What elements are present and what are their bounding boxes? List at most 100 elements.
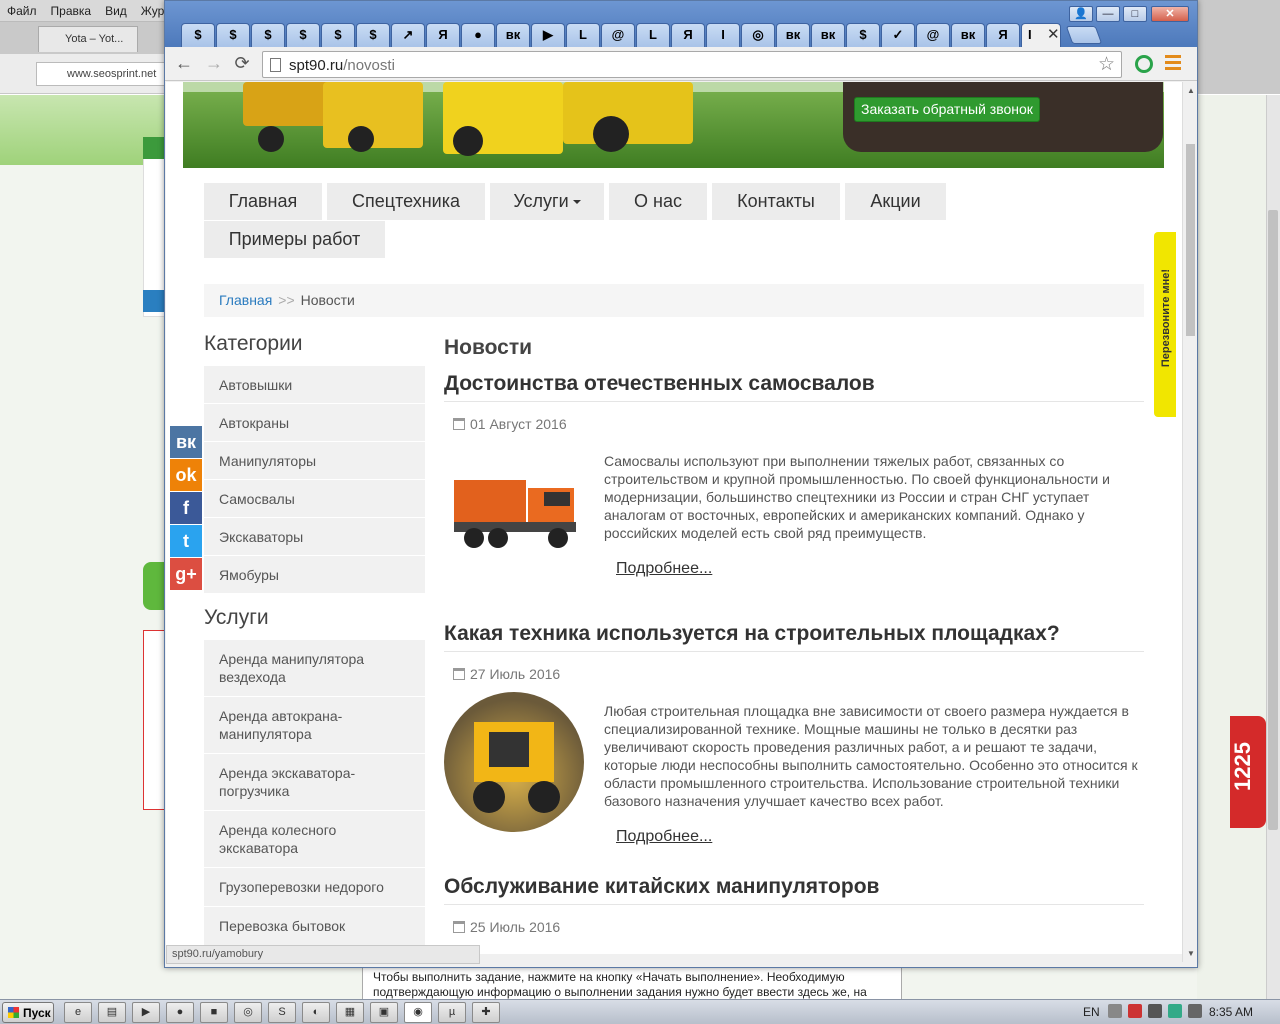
read-more-link[interactable]: Подробнее... — [616, 560, 712, 578]
browser-tab[interactable]: Я — [986, 23, 1020, 47]
menu-file[interactable]: Файл — [0, 0, 44, 18]
chrome-taskbar-icon[interactable]: ◉ — [404, 1002, 432, 1023]
back-icon[interactable]: ← — [173, 53, 195, 75]
new-tab-button[interactable] — [1065, 26, 1103, 44]
tray-icon[interactable] — [1108, 1004, 1122, 1018]
tray-icon[interactable] — [1148, 1004, 1162, 1018]
app-icon[interactable]: ■ — [200, 1002, 228, 1023]
browser-tab[interactable]: вк — [811, 23, 845, 47]
browser-tab[interactable]: вк — [951, 23, 985, 47]
chrome-menu-icon[interactable] — [1165, 55, 1181, 71]
browser-tab[interactable]: вк — [496, 23, 530, 47]
category-manipulators[interactable]: Манипуляторы — [204, 442, 425, 480]
browser-tab[interactable]: ▶ — [531, 23, 565, 47]
page-scrollbar[interactable]: ▲ ▼ — [1182, 82, 1197, 962]
firefox-icon[interactable]: ● — [166, 1002, 194, 1023]
browser-tab[interactable]: ◎ — [741, 23, 775, 47]
address-bar[interactable]: spt90.ru/novosti ☆ — [262, 51, 1122, 78]
menu-view[interactable]: Вид — [98, 0, 134, 18]
maximize-button[interactable]: □ — [1123, 6, 1147, 22]
category-excavators[interactable]: Экскаваторы — [204, 518, 425, 556]
app-icon-4[interactable]: ▦ — [336, 1002, 364, 1023]
browser-tab[interactable]: I — [706, 23, 740, 47]
forward-icon[interactable]: → — [203, 53, 225, 75]
vk-icon[interactable]: вк — [170, 426, 202, 458]
tray-icon[interactable] — [1128, 1004, 1142, 1018]
browser-tab[interactable]: $ — [846, 23, 880, 47]
background-url-field[interactable]: www.seosprint.net — [36, 62, 166, 86]
skype-icon[interactable]: S — [268, 1002, 296, 1023]
twitter-icon[interactable]: t — [170, 525, 202, 557]
clock[interactable]: 8:35 AM — [1209, 1005, 1253, 1019]
browser-tab[interactable]: $ — [356, 23, 390, 47]
service-item[interactable]: Аренда автокрана-манипулятора — [204, 697, 425, 754]
article-title[interactable]: Обслуживание китайских манипуляторов — [444, 875, 1144, 905]
url-text[interactable]: spt90.ru/novosti — [289, 57, 395, 74]
reload-icon[interactable]: ⟳ — [231, 53, 253, 75]
call-me-tab[interactable]: Перезвоните мне! — [1154, 232, 1176, 417]
browser-tab[interactable]: ● — [461, 23, 495, 47]
background-tab[interactable]: Yota – Yot... — [38, 26, 138, 52]
nav-promotions[interactable]: Акции — [845, 183, 946, 220]
browser-tab[interactable]: вк — [776, 23, 810, 47]
article-title[interactable]: Достоинства отечественных самосвалов — [444, 372, 1144, 402]
volume-icon[interactable] — [1188, 1004, 1202, 1018]
nav-portfolio[interactable]: Примеры работ — [204, 221, 385, 258]
scroll-up-icon[interactable]: ▲ — [1187, 86, 1195, 95]
ie-icon[interactable]: e — [64, 1002, 92, 1023]
google-plus-icon[interactable]: g+ — [170, 558, 202, 590]
browser-tab[interactable]: Я — [426, 23, 460, 47]
nav-about[interactable]: О нас — [609, 183, 707, 220]
close-window-button[interactable]: ✕ — [1151, 6, 1189, 22]
category-pit-drills[interactable]: Ямобуры — [204, 556, 425, 594]
language-indicator[interactable]: EN — [1083, 1005, 1100, 1019]
category-truck-cranes[interactable]: Автокраны — [204, 404, 425, 442]
browser-tab[interactable]: ✓ — [881, 23, 915, 47]
app-icon-6[interactable]: ✚ — [472, 1002, 500, 1023]
extension-icon[interactable] — [1135, 55, 1153, 73]
nav-services[interactable]: Услуги — [490, 183, 604, 220]
torrent-icon[interactable]: µ — [438, 1002, 466, 1023]
nav-machinery[interactable]: Спецтехника — [327, 183, 485, 220]
tray-icon[interactable] — [1168, 1004, 1182, 1018]
profile-icon[interactable]: 👤 — [1069, 6, 1093, 22]
breadcrumb-home-link[interactable]: Главная — [219, 292, 272, 308]
browser-tab[interactable]: $ — [286, 23, 320, 47]
browser-tab[interactable]: $ — [216, 23, 250, 47]
read-more-link[interactable]: Подробнее... — [616, 828, 712, 846]
nav-home[interactable]: Главная — [204, 183, 322, 220]
scroll-down-icon[interactable]: ▼ — [1187, 949, 1195, 958]
category-aerial-platforms[interactable]: Автовышки — [204, 366, 425, 404]
background-green-button[interactable] — [143, 562, 165, 610]
category-dump-trucks[interactable]: Самосвалы — [204, 480, 425, 518]
media-icon[interactable]: ▶ — [132, 1002, 160, 1023]
start-button[interactable]: Пуск — [2, 1002, 54, 1023]
facebook-icon[interactable]: f — [170, 492, 202, 524]
service-item[interactable]: Аренда манипулятора вездехода — [204, 640, 425, 697]
odnoklassniki-icon[interactable]: ok — [170, 459, 202, 491]
app-icon-3[interactable]: ◐ — [302, 1002, 330, 1023]
browser-tab[interactable]: Я — [671, 23, 705, 47]
skid-loader-image[interactable] — [444, 692, 584, 832]
browser-tab[interactable]: L — [566, 23, 600, 47]
article-title[interactable]: Какая техника используется на строительн… — [444, 622, 1144, 652]
callback-button[interactable]: Заказать обратный звонок — [854, 97, 1040, 122]
app-icon-2[interactable]: ◎ — [234, 1002, 262, 1023]
counter-badge[interactable]: 1225 — [1230, 716, 1266, 828]
nav-contacts[interactable]: Контакты — [712, 183, 840, 220]
background-scrollbar-thumb[interactable] — [1268, 210, 1278, 830]
service-item[interactable]: Грузоперевозки недорого — [204, 868, 425, 907]
minimize-button[interactable]: — — [1096, 6, 1120, 22]
dump-truck-image[interactable] — [444, 450, 584, 590]
browser-tab[interactable]: $ — [251, 23, 285, 47]
menu-edit[interactable]: Правка — [44, 0, 99, 18]
browser-tab[interactable]: $ — [321, 23, 355, 47]
service-item[interactable]: Аренда экскаватора-погрузчика — [204, 754, 425, 811]
service-item[interactable]: Перевозка бытовок — [204, 907, 425, 946]
service-item[interactable]: Аренда колесного экскаватора — [204, 811, 425, 868]
browser-tab[interactable]: ↗ — [391, 23, 425, 47]
scrollbar-thumb[interactable] — [1186, 144, 1195, 336]
browser-tab[interactable]: $ — [181, 23, 215, 47]
tab-close-icon[interactable]: ✕ — [1047, 25, 1060, 43]
app-icon-5[interactable]: ▣ — [370, 1002, 398, 1023]
